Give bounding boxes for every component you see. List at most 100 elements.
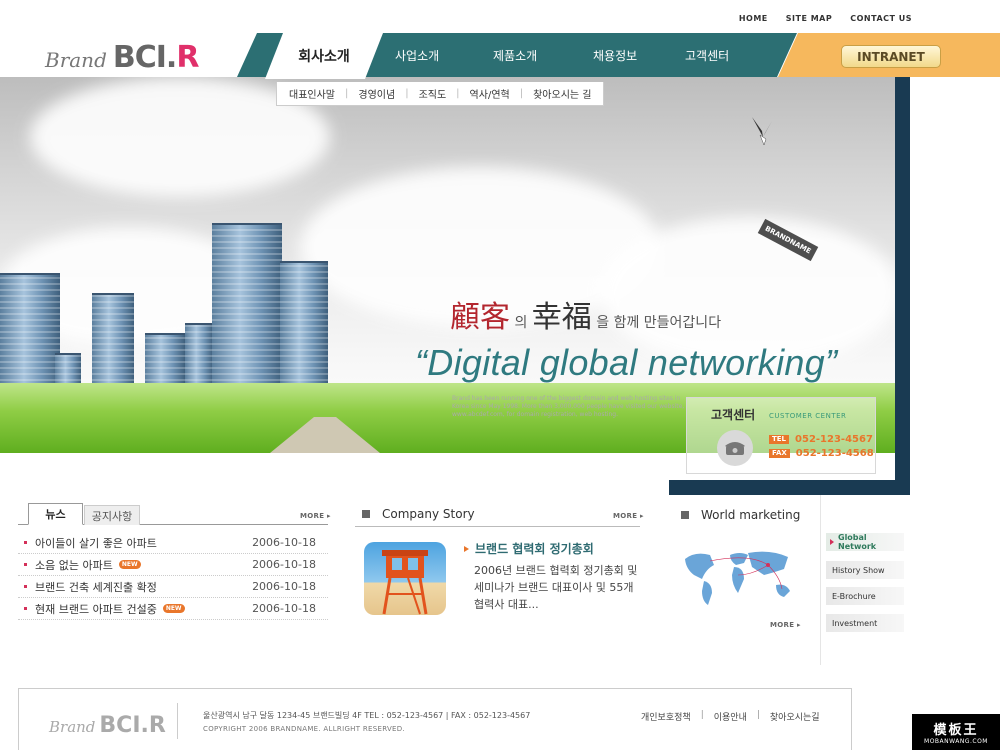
page: HOME SITE MAP CONTACT US Brand BCI.R BRA…: [0, 0, 1000, 750]
footer-logo: Brand BCI.R: [49, 713, 166, 738]
tab-notice[interactable]: 공지사항: [84, 505, 140, 525]
headline-particle: 의: [514, 315, 528, 331]
side-e-brochure[interactable]: E-Brochure: [826, 587, 904, 605]
sitemap-link[interactable]: SITE MAP: [786, 14, 832, 23]
story-text: 2006년 브랜드 협력회 정기총회 및 세미나가 브랜드 대표이사 및 55개…: [474, 564, 638, 611]
list-item[interactable]: 현재 브랜드 아파트 건설중 NEW 2006-10-18: [18, 598, 328, 620]
hero-slogan: “Digital global networking”: [415, 342, 838, 383]
list-item[interactable]: 소음 없는 아파트 NEW 2006-10-18: [18, 554, 328, 576]
watermark-url: MOBANWANG.COM: [924, 738, 988, 745]
customer-center-title: 고객센터: [711, 408, 756, 422]
list-item[interactable]: 브랜드 건축 세계진출 확정 2006-10-18: [18, 576, 328, 598]
footer-divider: [177, 703, 178, 739]
tel-row: TEL 052-123-4567: [769, 434, 873, 445]
fax-label: FAX: [769, 449, 790, 458]
hero-frame-right: [895, 77, 910, 495]
world-heading-text: World marketing: [701, 508, 801, 522]
footer-link-privacy[interactable]: 개인보호정책: [641, 710, 691, 723]
news-date: 2006-10-18: [252, 580, 316, 593]
watermark: 模板王 MOBANWANG.COM: [912, 714, 1000, 750]
logo-brand-text: Brand: [45, 48, 107, 72]
fax-row: FAX 052-123-4568: [769, 448, 874, 459]
news-title: 브랜드 건축 세계진출 확정: [35, 580, 157, 594]
headline-end: 을 함께 만들어갑니다: [596, 315, 722, 331]
story-more-link[interactable]: MORE ▸: [613, 512, 644, 520]
story-title[interactable]: 브랜드 협력회 정기총회: [464, 540, 594, 557]
nav-item-company[interactable]: 회사소개: [265, 33, 383, 79]
separator: |: [456, 88, 460, 99]
logo-mark-a: BCI.: [112, 40, 177, 75]
footer-logo-brand: Brand: [49, 718, 96, 736]
headline-word-2: 幸福: [531, 300, 592, 335]
news-list: 아이들이 살기 좋은 아파트 2006-10-18 소음 없는 아파트 NEW …: [18, 532, 328, 620]
hero-frame-bottom: [669, 480, 910, 495]
subnav-philosophy[interactable]: 경영이념: [358, 86, 395, 101]
subnav-org-chart[interactable]: 조직도: [419, 86, 447, 101]
footer-address: 울산광역시 남구 달동 1234-45 브랜드빌딩 4F TEL : 052-1…: [203, 711, 531, 720]
nav-item-products[interactable]: 제품소개: [493, 47, 537, 64]
site-logo[interactable]: Brand BCI.R: [45, 40, 199, 75]
hero-blurb: Brand has been running one of the bigges…: [452, 395, 685, 418]
footer-logo-mark: BCI.R: [99, 713, 166, 738]
bullet-icon: [24, 607, 27, 610]
side-global-network[interactable]: Global Network: [826, 533, 904, 551]
arrow-icon: [464, 545, 469, 552]
intranet-button[interactable]: INTRANET: [841, 45, 941, 68]
separator: |: [519, 88, 524, 99]
square-icon: [681, 511, 689, 519]
nav-item-customer[interactable]: 고객센터: [685, 47, 729, 64]
story-heading-text: Company Story: [382, 507, 475, 521]
tel-label: TEL: [769, 435, 790, 444]
logo-mark-b: R: [176, 40, 199, 75]
square-icon: [362, 510, 370, 518]
bullet-icon: [24, 563, 27, 566]
divider: [355, 526, 640, 527]
story-title-text: 브랜드 협력회 정기총회: [475, 542, 594, 556]
fax-number: 052-123-4568: [795, 448, 874, 459]
utility-links: HOME SITE MAP CONTACT US: [739, 14, 912, 23]
separator: |: [405, 88, 409, 99]
news-date: 2006-10-18: [252, 536, 316, 549]
news-more-link[interactable]: MORE ▸: [300, 512, 331, 520]
tel-number: 052-123-4567: [795, 434, 873, 445]
footer-link-guide[interactable]: 이용안내: [714, 710, 747, 723]
contact-link[interactable]: CONTACT US: [850, 14, 912, 23]
lifeguard-tower-icon: [382, 550, 428, 615]
side-investment[interactable]: Investment: [826, 614, 904, 632]
hero-headline: 顧客 의 幸福 을 함께 만들어갑니다: [450, 292, 721, 336]
separator: |: [756, 710, 760, 720]
nav-item-recruit[interactable]: 채용정보: [593, 47, 637, 64]
story-heading: Company Story: [362, 504, 475, 524]
customer-center-subtitle: CUSTOMER CENTER: [769, 412, 847, 420]
tab-news[interactable]: 뉴스: [28, 503, 83, 525]
watermark-title: 模板王: [933, 723, 979, 738]
news-title: 현재 브랜드 아파트 건설중: [35, 602, 157, 616]
sub-nav: 대표인사말 | 경영이념 | 조직도 | 역사/연혁 | 찾아오시는 길: [276, 82, 605, 106]
story-image[interactable]: [364, 542, 446, 615]
new-badge: NEW: [118, 560, 141, 569]
home-link[interactable]: HOME: [739, 14, 768, 23]
news-date: 2006-10-18: [252, 602, 316, 615]
nav-item-business[interactable]: 사업소개: [395, 47, 439, 64]
separator: |: [700, 710, 704, 720]
world-more-link[interactable]: MORE ▸: [770, 621, 801, 629]
news-title: 아이들이 살기 좋은 아파트: [35, 536, 157, 550]
subnav-directions[interactable]: 찾아오시는 길: [533, 86, 591, 101]
phone-icon: [717, 430, 753, 466]
news-title: 소음 없는 아파트: [35, 558, 113, 572]
headline-word-1: 顧客: [450, 300, 510, 335]
new-badge: NEW: [162, 604, 185, 613]
list-item[interactable]: 아이들이 살기 좋은 아파트 2006-10-18: [18, 532, 328, 554]
side-history-show[interactable]: History Show: [826, 561, 904, 579]
side-panel: [820, 495, 910, 665]
customer-center-box[interactable]: 고객센터 CUSTOMER CENTER TEL 052-123-4567 FA…: [686, 397, 876, 474]
footer-links: 개인보호정책 | 이용안내 | 찾아오시는길: [641, 710, 820, 723]
bullet-icon: [24, 585, 27, 588]
footer: Brand BCI.R 울산광역시 남구 달동 1234-45 브랜드빌딩 4F…: [18, 688, 852, 750]
footer-link-directions[interactable]: 찾아오시는길: [770, 710, 820, 723]
footer-copyright: COPYRIGHT 2006 BRANDNAME. ALLRIGHT RESER…: [203, 725, 405, 733]
news-date: 2006-10-18: [252, 558, 316, 571]
subnav-greeting[interactable]: 대표인사말: [289, 86, 335, 101]
world-map-icon[interactable]: [680, 545, 800, 610]
subnav-history[interactable]: 역사/연혁: [470, 86, 510, 101]
